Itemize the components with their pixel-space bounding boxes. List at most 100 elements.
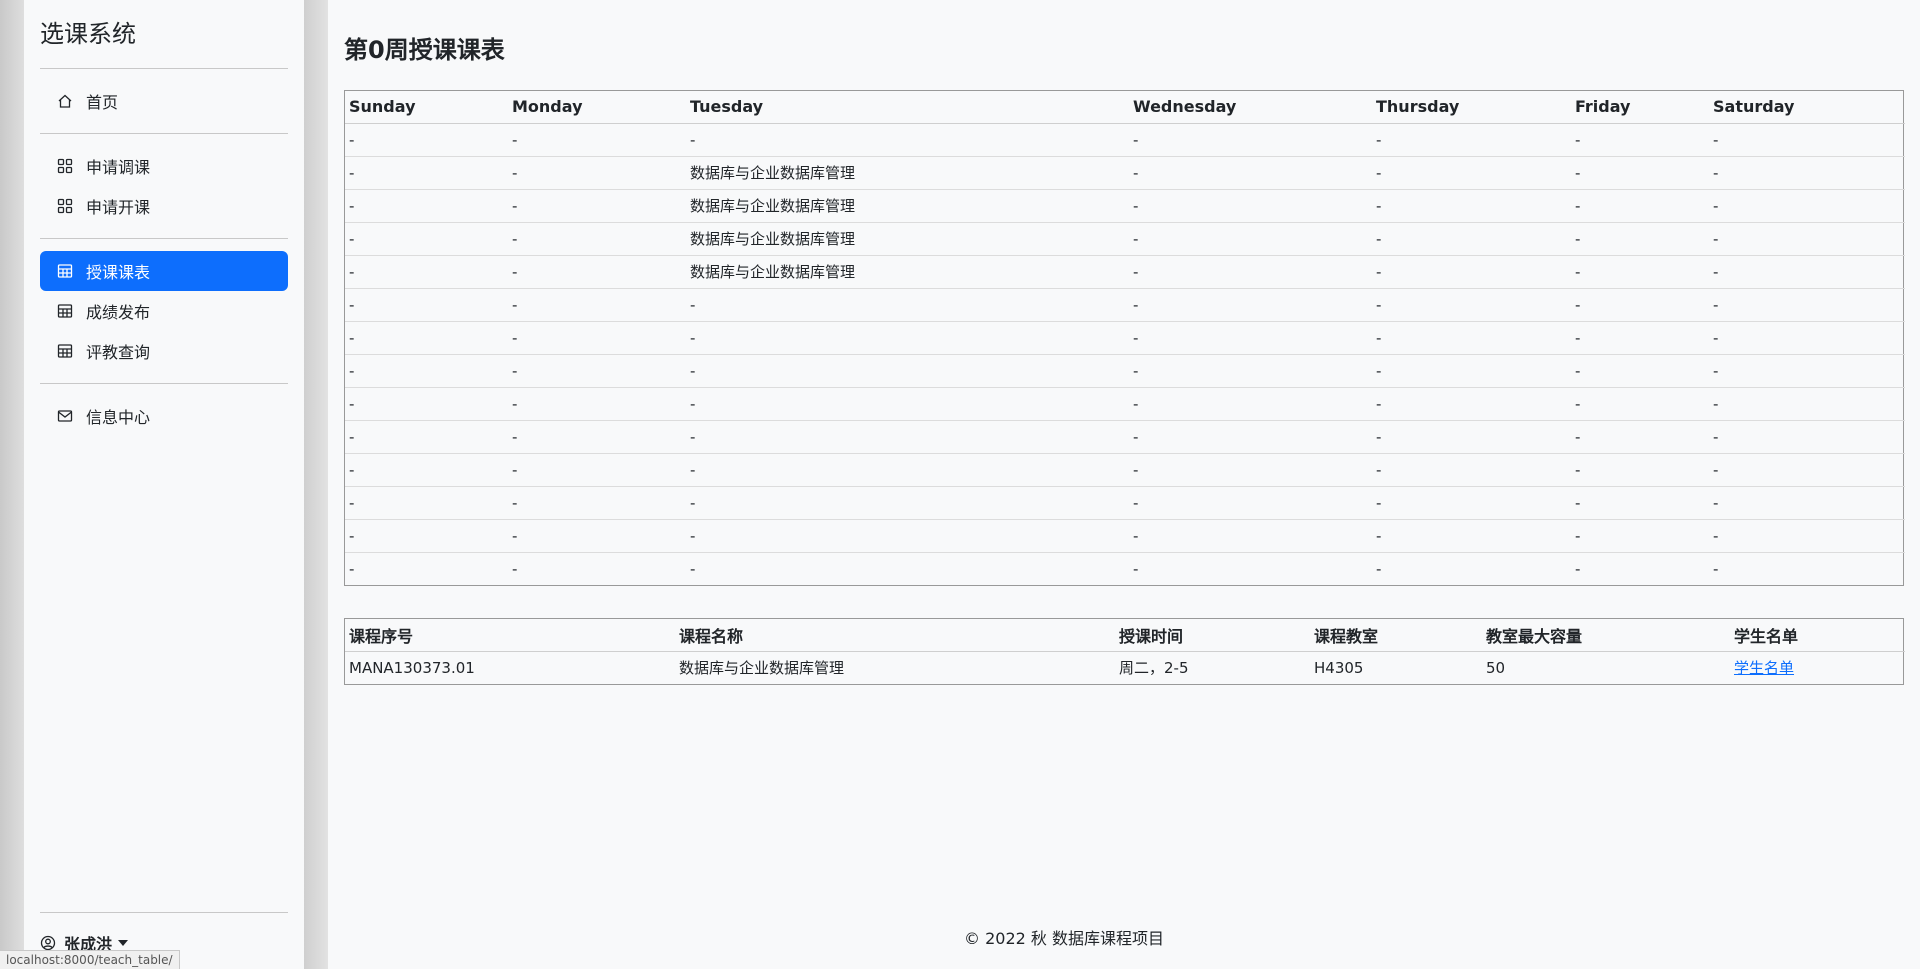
- table-icon: [56, 262, 74, 280]
- schedule-cell: -: [1372, 123, 1571, 157]
- divider: [40, 912, 288, 913]
- brand-title[interactable]: 选课系统: [40, 0, 288, 68]
- schedule-cell: -: [508, 387, 686, 421]
- schedule-cell: -: [1129, 321, 1372, 355]
- col-header-course-name: 课程名称: [675, 619, 1115, 652]
- schedule-cell: -: [1133, 559, 1139, 578]
- nav-item-label: 评教查询: [86, 343, 151, 362]
- schedule-cell: -: [508, 486, 686, 520]
- schedule-cell: -: [1713, 559, 1719, 578]
- nav-item-label: 申请调课: [86, 158, 151, 177]
- col-header-monday: Monday: [508, 91, 686, 124]
- schedule-cell: -: [1709, 354, 1905, 388]
- schedule-cell: -: [508, 519, 686, 553]
- schedule-cell: -: [1709, 453, 1905, 487]
- schedule-cell: -: [1372, 189, 1571, 223]
- table-row: -------: [345, 123, 1905, 157]
- schedule-cell: 数据库与企业数据库管理: [686, 222, 1129, 256]
- schedule-cell: -: [349, 559, 355, 578]
- schedule-cell: -: [1129, 420, 1372, 454]
- nav-item-grade-publish[interactable]: 成绩发布: [40, 291, 288, 331]
- schedule-cell: -: [1709, 321, 1905, 355]
- schedule-cell: -: [686, 354, 1129, 388]
- schedule-cell: -: [1709, 387, 1905, 421]
- table-icon: [56, 342, 74, 360]
- table-row: -------: [345, 486, 1905, 520]
- schedule-cell: -: [345, 486, 508, 520]
- grid-icon: [56, 157, 74, 175]
- student-list-cell: 学生名单: [1730, 651, 1905, 684]
- table-row: -------: [345, 387, 1905, 421]
- schedule-cell: -: [1571, 288, 1709, 322]
- schedule-cell: -: [1372, 321, 1571, 355]
- schedule-cell: 数据库与企业数据库管理: [686, 255, 1129, 289]
- main-content: 第0周授课课表 Sunday Monday Tuesday Wednesday …: [344, 0, 1905, 969]
- course-header-row: 课程序号 课程名称 授课时间 课程教室 教室最大容量 学生名单: [345, 619, 1905, 652]
- table-row: -------: [345, 420, 1905, 454]
- schedule-cell: -: [345, 387, 508, 421]
- schedule-cell: -: [508, 420, 686, 454]
- schedule-cell: -: [1129, 486, 1372, 520]
- schedule-cell: -: [1571, 123, 1709, 157]
- schedule-cell: -: [690, 559, 696, 578]
- schedule-cell: -: [508, 123, 686, 157]
- col-header-friday: Friday: [1571, 91, 1709, 124]
- col-header-time: 授课时间: [1115, 619, 1310, 652]
- schedule-cell: -: [1571, 189, 1709, 223]
- col-header-saturday: Saturday: [1709, 91, 1905, 124]
- nav-item-evaluation-query[interactable]: 评教查询: [40, 331, 288, 371]
- nav-item-adjust-course[interactable]: 申请调课: [40, 146, 288, 186]
- schedule-cell: -: [1709, 222, 1905, 256]
- schedule-cell: -: [508, 255, 686, 289]
- col-header-wednesday: Wednesday: [1129, 91, 1372, 124]
- schedule-cell: -: [686, 486, 1129, 520]
- student-list-link[interactable]: 学生名单: [1734, 659, 1794, 677]
- schedule-cell: -: [508, 156, 686, 190]
- schedule-cell: -: [686, 321, 1129, 355]
- schedule-cell: -: [1709, 519, 1905, 553]
- schedule-cell: -: [1129, 222, 1372, 256]
- schedule-cell: -: [1372, 486, 1571, 520]
- schedule-cell: -: [1372, 222, 1571, 256]
- caret-down-icon: [118, 940, 129, 946]
- page-title: 第0周授课课表: [344, 36, 505, 64]
- schedule-cell: -: [1571, 387, 1709, 421]
- table-row: -------: [345, 552, 1905, 585]
- schedule-cell: -: [508, 453, 686, 487]
- schedule-cell: -: [345, 519, 508, 553]
- schedule-cell: -: [1571, 222, 1709, 256]
- schedule-header-row: Sunday Monday Tuesday Wednesday Thursday…: [345, 91, 1905, 124]
- nav-item-label: 信息中心: [86, 408, 151, 427]
- table-row: -------: [345, 288, 1905, 322]
- schedule-cell: -: [1129, 288, 1372, 322]
- schedule-cell: -: [1372, 354, 1571, 388]
- nav-item-teach-table[interactable]: 授课课表: [40, 251, 288, 291]
- schedule-cell: -: [1376, 559, 1382, 578]
- capacity-cell: 50: [1486, 658, 1506, 677]
- col-header-tuesday: Tuesday: [686, 91, 1129, 124]
- sidebar: 选课系统 首页 申请调课 申请开课 授课课表 成绩发布 评教查询 信息中心 张成…: [24, 0, 304, 969]
- table-row: -------: [345, 354, 1905, 388]
- schedule-cell: -: [508, 189, 686, 223]
- schedule-cell: -: [345, 123, 508, 157]
- nav-item-message-center[interactable]: 信息中心: [40, 396, 288, 436]
- schedule-cell: -: [345, 156, 508, 190]
- nav-group-teaching: 授课课表 成绩发布 评教查询: [40, 239, 288, 383]
- schedule-cell: -: [1571, 453, 1709, 487]
- table-row: -------: [345, 453, 1905, 487]
- course-table-container: 课程序号 课程名称 授课时间 课程教室 教室最大容量 学生名单 MANA1303…: [344, 618, 1905, 685]
- footer-text: © 2022 秋 数据库课程项目: [964, 929, 1164, 948]
- schedule-cell: -: [345, 189, 508, 223]
- schedule-cell: -: [686, 420, 1129, 454]
- schedule-cell: -: [1129, 354, 1372, 388]
- envelope-icon: [56, 407, 74, 425]
- schedule-cell: -: [1372, 288, 1571, 322]
- schedule-cell: -: [345, 321, 508, 355]
- schedule-cell: -: [508, 321, 686, 355]
- schedule-cell: -: [1372, 387, 1571, 421]
- schedule-cell: -: [1571, 354, 1709, 388]
- nav-item-open-course[interactable]: 申请开课: [40, 186, 288, 226]
- schedule-cell: -: [345, 255, 508, 289]
- nav-item-home[interactable]: 首页: [40, 81, 288, 121]
- schedule-cell: -: [345, 288, 508, 322]
